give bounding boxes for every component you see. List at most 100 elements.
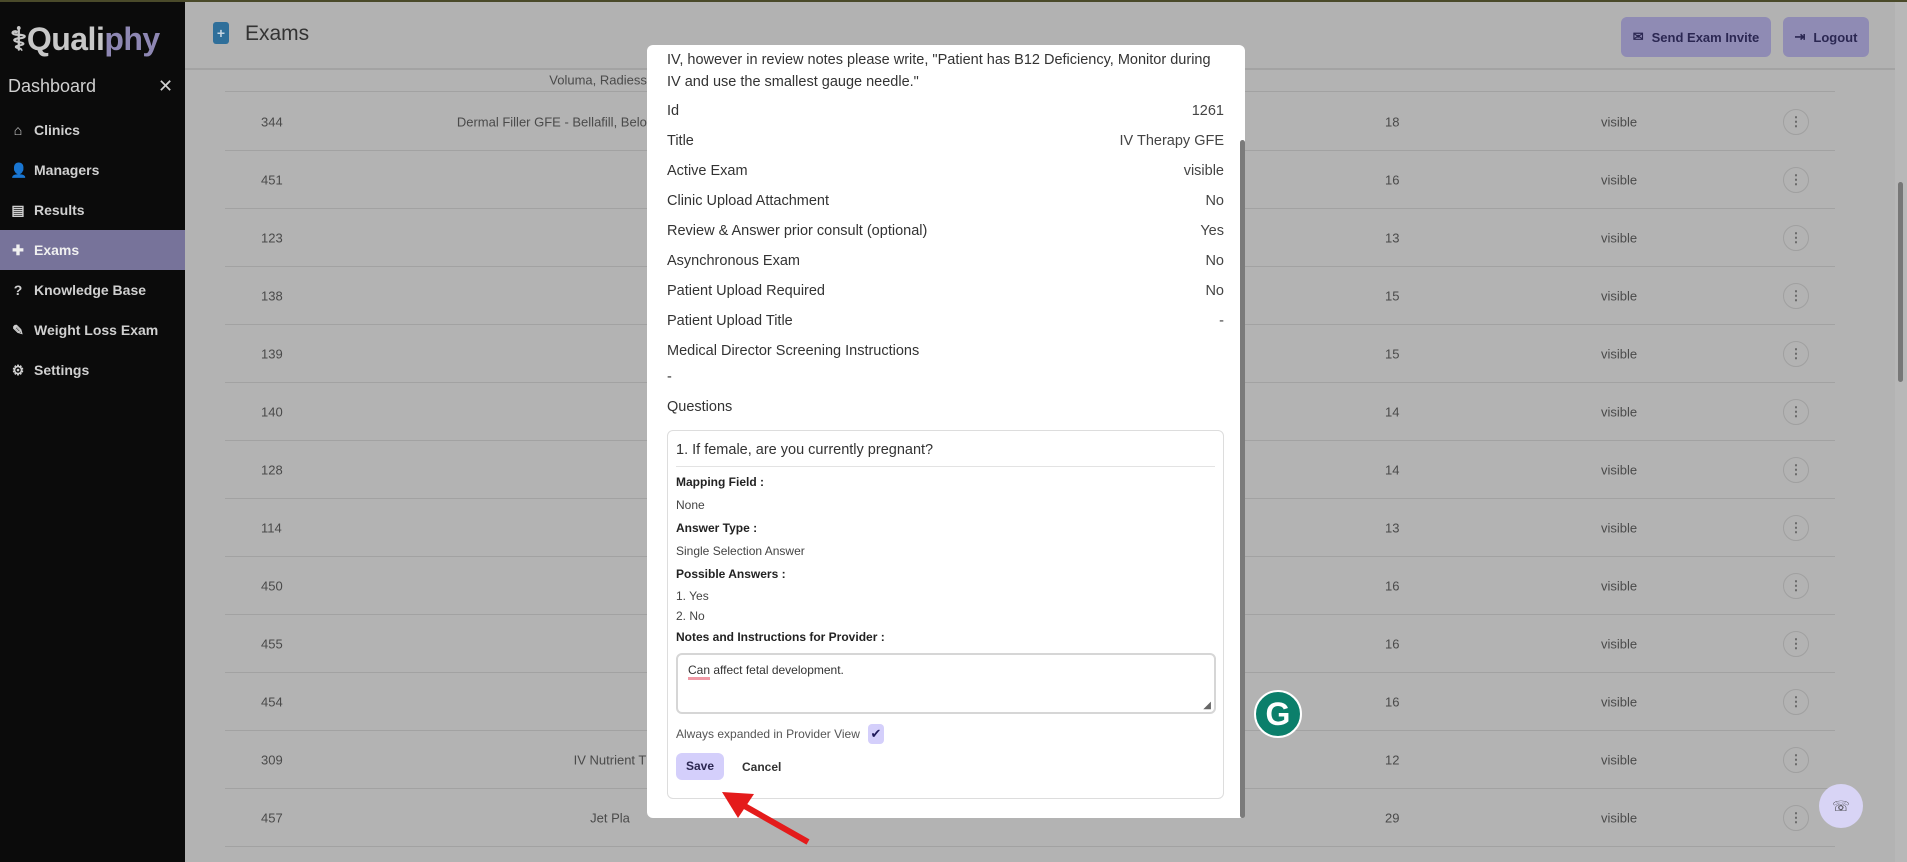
row-menu-button[interactable]: ⋮ [1783,398,1809,425]
row-id: 309 [261,752,283,767]
row-menu-button[interactable]: ⋮ [1783,688,1809,715]
clinic-icon: ⌂ [13,122,23,138]
field-label: Active Exam [667,163,748,179]
envelope-icon: ✉ [1632,29,1644,44]
gear-icon: ⚙ [11,361,25,378]
row-menu-button[interactable]: ⋮ [1783,514,1809,541]
row-id: 457 [261,810,283,825]
field-value: No [1205,283,1224,299]
row-menu-button[interactable]: ⋮ [1783,572,1809,599]
row-status: visible [1601,752,1638,767]
row-status: visible [1601,346,1638,361]
answer-type-value: Single Selection Answer [676,544,805,558]
field-row: Active Exam visible [667,156,1224,186]
page-title: Exams [245,22,310,45]
cancel-button[interactable]: Cancel [742,760,781,774]
row-status: visible [1601,520,1638,535]
field-row: Clinic Upload Attachment No [667,186,1224,216]
field-label: Clinic Upload Attachment [667,193,829,209]
medical-clipboard-icon: + [213,22,229,44]
sidebar-nav: ⌂ Clinics 👤 Managers ▤ Results ✚ Exams? Knowledg… [0,110,185,390]
row-status: visible [1601,694,1638,709]
row-id: 123 [261,230,283,245]
row-menu-button[interactable]: ⋮ [1783,224,1809,251]
field-label: Asynchronous Exam [667,253,800,269]
save-button[interactable]: Save [676,753,724,780]
sidebar-item-label: Knowledge Base [34,282,147,298]
field-value: No [1205,193,1224,209]
close-sidebar-button[interactable]: ✕ [158,76,173,97]
logout-label: Logout [1813,29,1858,45]
row-menu-button[interactable]: ⋮ [1783,340,1809,367]
sidebar-item-label: Weight Loss Exam [34,322,159,338]
mapping-field-value: None [676,498,705,512]
question-card: 1. If female, are you currently pregnant… [667,430,1224,799]
row-count: 15 [1385,288,1400,303]
sidebar-item-managers[interactable]: 👤 Managers [0,150,185,190]
row-id: 139 [261,346,283,361]
page-scrollbar[interactable] [1895,2,1907,862]
field-row: Patient Upload Required No [667,276,1224,306]
row-menu-button[interactable]: ⋮ [1783,456,1809,483]
row-id: 138 [261,288,283,303]
field-label: Id [667,103,680,119]
field-label: Review & Answer prior consult (optional) [667,223,928,239]
row-status: visible [1601,230,1638,245]
field-label: Medical Director Screening Instructions [667,343,920,359]
notes-textarea[interactable]: Can affect fetal development. ◢ [676,653,1216,714]
send-exam-invite-label: Send Exam Invite [1651,29,1760,45]
field-row: Medical Director Screening Instructions [667,336,1224,366]
help-widget-button[interactable]: ☏ [1819,784,1863,828]
row-id: 344 [261,114,283,129]
sidebar-item-label: Results [34,202,85,218]
send-exam-invite-button[interactable]: ✉ Send Exam Invite [1621,17,1771,57]
row-count: 13 [1385,520,1400,535]
row-menu-button[interactable]: ⋮ [1783,746,1809,773]
row-menu-button[interactable]: ⋮ [1783,166,1809,193]
logo: ⚕Qualiphy [10,21,160,57]
logout-button[interactable]: ⇥ Logout [1783,17,1869,57]
row-count: 16 [1385,172,1400,187]
row-id: 140 [261,404,283,419]
field-row: Review & Answer prior consult (optional)… [667,216,1224,246]
row-menu-button[interactable]: ⋮ [1783,804,1809,831]
sidebar-item-clinics[interactable]: ⌂ Clinics [0,110,185,150]
field-value: 1261 [1191,103,1224,119]
field-value: No [1205,253,1224,269]
row-id: 114 [261,520,282,535]
modal-scrollbar[interactable] [1240,140,1245,818]
logout-icon: ⇥ [1794,29,1806,44]
always-expanded-checkbox[interactable]: ✔ [867,724,884,744]
sidebar-item-weight-loss-exam[interactable]: ✎ Weight Loss Exam [0,310,185,350]
row-id: 451 [261,172,283,187]
sidebar-item-results[interactable]: ▤ Results [0,190,185,230]
row-status: visible [1601,462,1638,477]
clipboard-icon: ▤ [11,201,25,218]
sidebar-item-knowledge-base[interactable]: ? Knowledge Base [0,270,185,310]
sidebar-item-label: Settings [34,362,90,378]
row-menu-button[interactable]: ⋮ [1783,630,1809,657]
field-label: Patient Upload Required [667,283,825,299]
medical-clipboard-icon: ✚ [12,241,24,258]
field-row: Patient Upload Title - [667,306,1224,336]
field-label: Patient Upload Title [667,313,793,329]
field-row: Asynchronous Exam No [667,246,1224,276]
resize-handle-icon[interactable]: ◢ [1203,700,1211,711]
row-menu-button[interactable]: ⋮ [1783,282,1809,309]
row-count: 16 [1385,578,1400,593]
notes-label: Notes and Instructions for Provider : [676,630,885,644]
row-id: 450 [261,578,283,593]
sidebar-item-settings[interactable]: ⚙ Settings [0,350,185,390]
answer-item: 2. No [676,609,705,623]
row-count: 16 [1385,636,1400,651]
instructions-text: you have a B12 Deficiency? - If Yes: Yes… [667,45,1215,90]
row-menu-button[interactable]: ⋮ [1783,108,1809,135]
sidebar-item-exams[interactable]: ✚ Exams [0,230,185,270]
notes-text: affect fetal development. [710,663,844,677]
question-icon: ? [13,282,23,298]
field-value: Yes [1200,223,1224,239]
edit-icon: ✎ [12,321,24,338]
field-value: IV Therapy GFE [1119,133,1225,149]
grammarly-icon[interactable]: G [1254,690,1302,738]
exam-details-modal: you have a B12 Deficiency? - If Yes: Yes… [647,45,1245,818]
